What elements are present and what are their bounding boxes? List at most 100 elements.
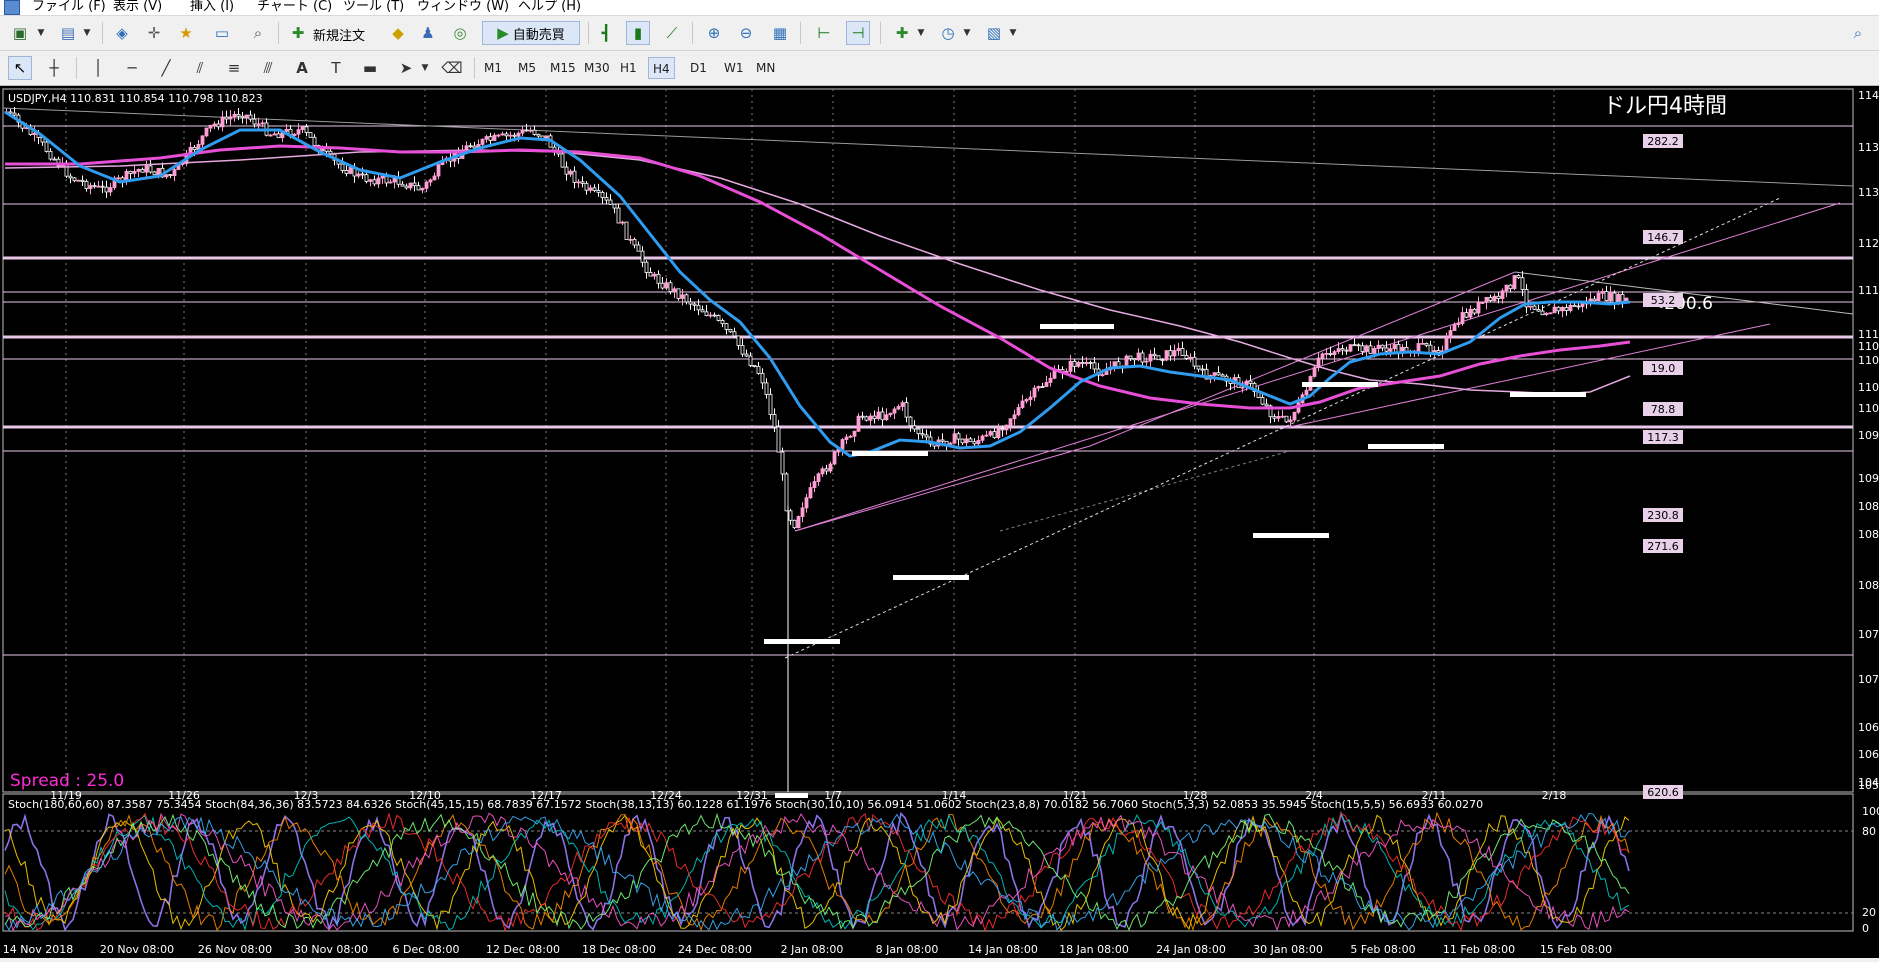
level-label: 53.2 [1643,293,1683,307]
new-chart-icon[interactable]: ▣ [8,21,32,45]
trendline-icon[interactable]: ╱ [154,56,178,80]
play-icon: ▶ [497,24,509,42]
level-label: 78.8 [1643,402,1683,416]
toolbar-separator [102,22,103,44]
bottom-date-label: 8 Jan 08:00 [876,943,939,956]
price-tick: 106 [1858,721,1879,734]
chevron-down-icon[interactable]: ▼ [1006,21,1020,45]
bottom-date-label: 11 Feb 08:00 [1443,943,1515,956]
bottom-date-label: 6 Dec 08:00 [393,943,460,956]
text-icon[interactable]: A [290,56,314,80]
crosshair-icon[interactable]: ┼ [42,56,66,80]
candlestick-icon[interactable]: ▮ [626,21,650,45]
autoscroll-icon[interactable]: ⊣ [846,21,870,45]
toolbar-separator [278,22,279,44]
indicator-level: 80 [1862,825,1876,838]
indicators-icon[interactable]: ✚ [890,21,914,45]
level-label: 282.2 [1643,134,1683,148]
svg-text:117.3: 117.3 [1647,431,1679,444]
menu-file[interactable]: ファイル (F) [32,0,106,14]
level-label: 230.8 [1643,508,1683,522]
price-tick: 109 [1858,472,1879,485]
vertical-line-icon[interactable]: │ [86,56,110,80]
price-tick: 109 [1858,429,1879,442]
timeframe-m5[interactable]: M5 [514,57,540,79]
price-tick: 107 [1858,673,1879,686]
timeframe-d1[interactable]: D1 [686,57,711,79]
svg-text:19.0: 19.0 [1651,362,1676,375]
menu-tools[interactable]: ツール (T) [343,0,404,14]
svg-text:230.8: 230.8 [1647,509,1679,522]
bottom-date-label: 2 Jan 08:00 [781,943,844,956]
chevron-down-icon[interactable]: ▼ [960,21,974,45]
chart-window[interactable]: USDJPY,H4 110.831 110.854 110.798 110.82… [0,86,1879,958]
new-order-button[interactable]: 新規注文 [313,25,365,44]
market-icon[interactable]: ◎ [448,21,472,45]
strategy-tester-icon[interactable]: ⌕ [246,21,270,45]
svg-text:271.6: 271.6 [1647,540,1679,553]
fibo-fan-icon[interactable]: ⫻ [256,56,280,80]
spread-label: Spread : 25.0 [10,771,124,791]
navigator-icon[interactable]: ★ [174,21,198,45]
timeframe-h1[interactable]: H1 [616,57,641,79]
metaeditor-icon[interactable]: ◆ [386,21,410,45]
svg-text:78.8: 78.8 [1651,403,1676,416]
chart-shift-icon[interactable]: ⊢ [812,21,836,45]
delete-objects-icon[interactable]: ⌫ [440,56,464,80]
indicator-header: Stoch(180,60,60) 87.3587 75.3454 Stoch(8… [8,798,1483,811]
menu-window[interactable]: ウィンドウ (W) [417,0,509,14]
timeframe-mn[interactable]: MN [752,57,779,79]
bottom-date-label: 30 Nov 08:00 [294,943,368,956]
bar-chart-icon[interactable]: ┫ [594,21,618,45]
price-tick: 113 [1858,141,1879,154]
timeframe-m15[interactable]: M15 [546,57,580,79]
timeframe-m30[interactable]: M30 [580,57,614,79]
menu-view[interactable]: 表示 (V) [113,0,162,14]
line-chart-icon[interactable]: ⟋ [660,21,684,45]
tile-windows-icon[interactable]: ▦ [768,21,792,45]
chevron-down-icon[interactable]: ▼ [914,21,928,45]
arrows-icon[interactable]: ➤ [394,56,418,80]
chevron-down-icon[interactable]: ▼ [418,56,432,80]
price-tick: 110 [1858,402,1879,415]
bottom-date-label: 14 Jan 08:00 [968,943,1038,956]
app-icon [4,0,20,15]
level-label: 620.6 [1643,785,1683,799]
data-window-icon[interactable]: ✛ [142,21,166,45]
rectangle-icon[interactable]: ▬ [358,56,382,80]
toolbar-separator [76,57,77,79]
market-watch-icon[interactable]: ◈ [110,21,134,45]
zoom-out-icon[interactable]: ⊖ [734,21,758,45]
chevron-down-icon[interactable]: ▼ [34,21,48,45]
zoom-in-icon[interactable]: ⊕ [702,21,726,45]
periods-icon[interactable]: ◷ [936,21,960,45]
menu-charts[interactable]: チャート (C) [257,0,332,14]
fibonacci-icon[interactable]: ≡ [222,56,246,80]
templates-icon[interactable]: ▧ [982,21,1006,45]
chart-canvas[interactable]: USDJPY,H4 110.831 110.854 110.798 110.82… [0,86,1879,958]
chart-header: USDJPY,H4 110.831 110.854 110.798 110.82… [8,92,263,105]
level-label: 271.6 [1643,539,1683,553]
timeframe-m1[interactable]: M1 [480,57,506,79]
signals-icon[interactable]: ♟ [416,21,440,45]
timeframe-h4[interactable]: H4 [648,57,675,79]
standard-toolbar: ▣ ▼ ▤ ▼ ◈ ✛ ★ ▭ ⌕ ✚ 新規注文 ◆ ♟ ◎ ▶ 自動売買 ┫ … [0,16,1879,51]
terminal-icon[interactable]: ▭ [210,21,234,45]
profiles-icon[interactable]: ▤ [56,21,80,45]
text-label-icon[interactable]: T [324,56,348,80]
chevron-down-icon[interactable]: ▼ [80,21,94,45]
search-icon[interactable]: ⌕ [1846,21,1870,45]
equidistant-channel-icon[interactable]: ⫽ [188,56,212,80]
bottom-date-label: 24 Jan 08:00 [1156,943,1226,956]
auto-trading-button[interactable]: ▶ 自動売買 [482,21,580,45]
cursor-icon[interactable]: ↖ [8,56,32,80]
new-order-icon[interactable]: ✚ [286,21,310,45]
price-tick: 104 [1858,776,1879,789]
menu-insert[interactable]: 挿入 (I) [190,0,234,14]
level-label: 117.3 [1643,430,1683,444]
horizontal-line-icon[interactable]: ─ [120,56,144,80]
bottom-date-label: 15 Feb 08:00 [1540,943,1612,956]
chart-overlay-title: ドル円4時間 [1603,94,1727,119]
timeframe-w1[interactable]: W1 [720,57,748,79]
menu-help[interactable]: ヘルプ (H) [518,0,581,14]
